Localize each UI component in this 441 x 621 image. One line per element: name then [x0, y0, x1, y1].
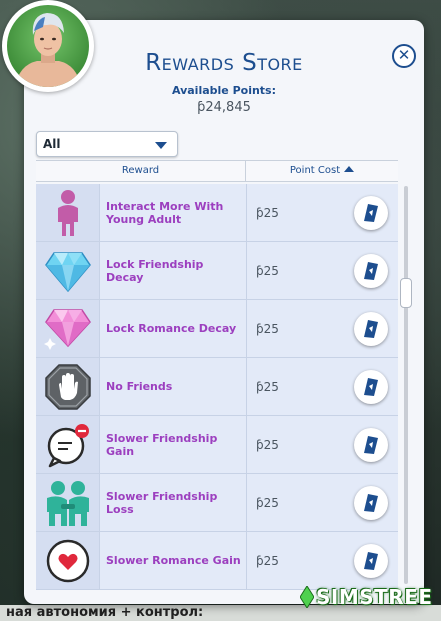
table-header: Reward Point Cost — [36, 160, 398, 182]
purchase-icon — [364, 320, 378, 338]
rewards-list: Interact More With Young Adult ƥ25 Lock … — [36, 184, 398, 592]
reward-name: Slower Romance Gain — [106, 554, 241, 567]
plumbob-icon — [300, 586, 314, 608]
speech-bubble-minus-icon — [36, 416, 100, 473]
reward-row[interactable]: No Friends ƥ25 — [36, 358, 398, 416]
sim-avatar — [2, 0, 94, 92]
young-adult-figure-icon — [36, 184, 100, 241]
reward-row[interactable]: Slower Friendship Gain ƥ25 — [36, 416, 398, 474]
scrollbar-thumb[interactable] — [400, 278, 412, 308]
watermark-text: SIMSTREE — [316, 585, 433, 609]
reward-row[interactable]: Interact More With Young Adult ƥ25 — [36, 184, 398, 242]
purchase-icon — [364, 378, 378, 396]
buy-button[interactable] — [354, 254, 388, 288]
pink-diamond-icon — [36, 300, 100, 357]
reward-cost: ƥ25 — [256, 553, 279, 568]
list-scrollbar[interactable] — [400, 186, 412, 584]
sort-ascending-icon — [344, 166, 355, 172]
buy-button[interactable] — [354, 196, 388, 230]
heart-circle-icon — [36, 532, 100, 589]
chevron-down-icon — [155, 142, 167, 149]
close-button[interactable]: ✕ — [392, 44, 416, 68]
reward-row[interactable]: Lock Romance Decay ƥ25 — [36, 300, 398, 358]
reward-name: Lock Friendship Decay — [106, 257, 204, 284]
reward-row[interactable]: Lock Friendship Decay ƥ25 — [36, 242, 398, 300]
reward-cost: ƥ25 — [256, 437, 279, 452]
reward-row[interactable]: Slower Friendship Loss ƥ25 — [36, 474, 398, 532]
reward-name: No Friends — [106, 380, 173, 393]
reward-name: Interact More With Young Adult — [106, 199, 224, 226]
purchase-icon — [364, 552, 378, 570]
blue-diamond-icon — [36, 242, 100, 299]
reward-cost: ƥ25 — [256, 205, 279, 220]
reward-cost: ƥ25 — [256, 379, 279, 394]
buy-button[interactable] — [354, 544, 388, 578]
column-header-point-cost[interactable]: Point Cost — [246, 161, 398, 181]
purchase-icon — [364, 204, 378, 222]
filter-selected-value: All — [43, 137, 61, 151]
filter-dropdown[interactable]: All — [36, 131, 178, 157]
purchase-icon — [364, 436, 378, 454]
buy-button[interactable] — [354, 312, 388, 346]
purchase-icon — [364, 494, 378, 512]
buy-button[interactable] — [354, 370, 388, 404]
buy-button[interactable] — [354, 486, 388, 520]
reward-name: Slower Friendship Loss — [106, 489, 218, 516]
simstree-watermark: SIMSTREE — [300, 582, 436, 612]
reward-name: Slower Friendship Gain — [106, 431, 218, 458]
scrollbar-track[interactable] — [404, 186, 408, 584]
stop-hand-icon — [36, 358, 100, 415]
reward-cost: ƥ25 — [256, 321, 279, 336]
reward-name: Lock Romance Decay — [106, 322, 237, 335]
column-header-point-cost-label: Point Cost — [289, 165, 341, 176]
reward-cost: ƥ25 — [256, 495, 279, 510]
available-points-value: ƥ24,845 — [197, 100, 251, 115]
reward-cost: ƥ25 — [256, 263, 279, 278]
column-header-reward[interactable]: Reward — [36, 161, 246, 181]
buy-button[interactable] — [354, 428, 388, 462]
purchase-icon — [364, 262, 378, 280]
two-friends-icon — [36, 474, 100, 531]
available-points-label: Available Points: — [171, 84, 277, 97]
